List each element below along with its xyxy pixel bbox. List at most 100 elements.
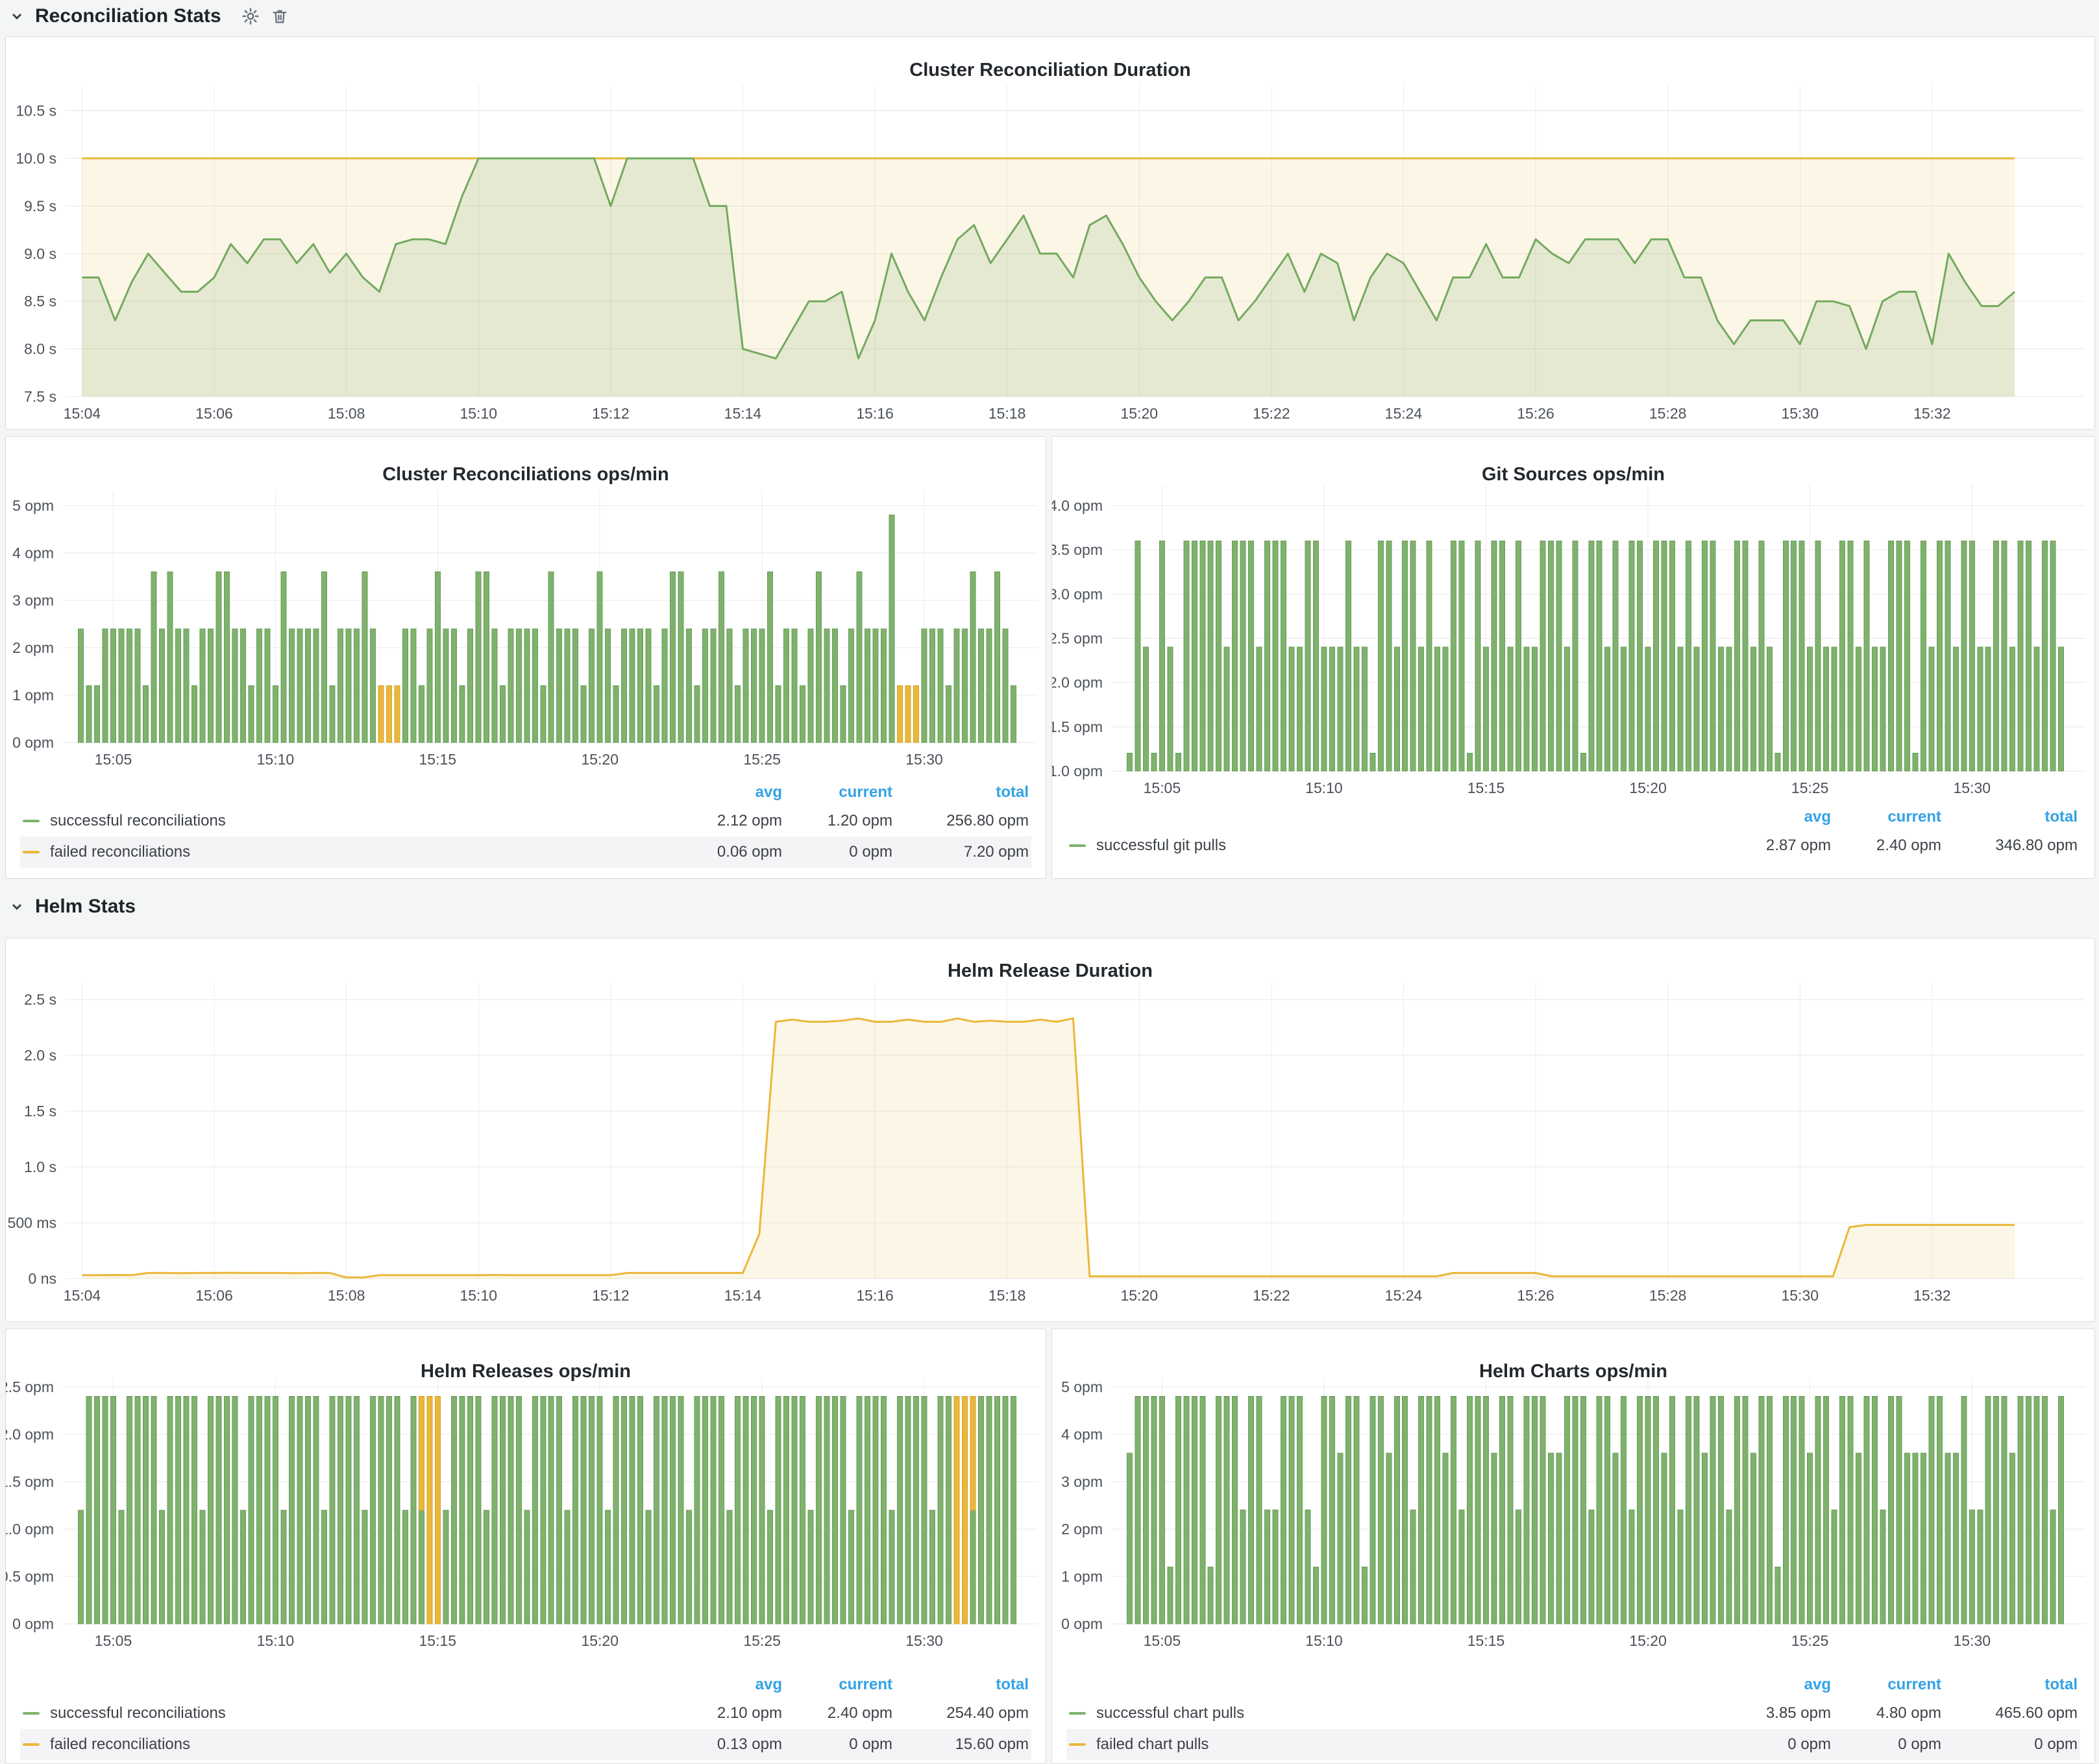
legend-row: failed reconciliations0.06 opm0 opm7.20 … [20,837,1031,868]
section-header-reconciliation-stats[interactable]: Reconciliation Stats [9,5,289,27]
x-axis-tick-label: 15:14 [724,1287,762,1304]
section-header-helm-stats[interactable]: Helm Stats [9,896,136,918]
legend-series-label[interactable]: failed reconciliations [50,843,190,861]
legend-series-dash-icon [23,851,40,853]
legend: avgcurrenttotal successful chart pulls3.8… [1066,1672,2080,1760]
legend-current-value: 0 opm [785,843,895,861]
x-axis-tick-label: 15:20 [1629,1632,1667,1649]
legend-column-current[interactable]: current [785,1676,895,1694]
legend-column-total[interactable]: total [1944,808,2080,826]
panel-helm-releases: Helm Releases ops/min 2.5 opm2.0 opm1.5 … [5,1329,1046,1764]
y-axis-tick-label: 4.0 opm [1052,497,1103,514]
legend-column-total[interactable]: total [895,783,1031,802]
x-axis-tick-label: 15:06 [195,405,233,422]
panel-helm-charts: Helm Charts ops/min 5 opm4 opm3 opm2 opm… [1051,1329,2095,1764]
x-axis-tick-label: 15:25 [743,1632,781,1649]
x-axis-tick-label: 15:04 [64,1287,101,1304]
legend-column-total[interactable]: total [895,1676,1031,1694]
x-axis-tick-label: 15:10 [257,751,295,768]
x-axis-tick-label: 15:30 [905,1632,943,1649]
y-axis-tick-label: 8.5 s [24,293,56,310]
legend-column-total[interactable]: total [1944,1676,2080,1694]
x-axis-tick-label: 15:25 [1791,779,1829,796]
legend-series-label[interactable]: failed chart pulls [1096,1735,1209,1754]
legend-header-row: avgcurrenttotal [1066,804,2080,830]
legend-column-current[interactable]: current [1834,1676,1944,1694]
y-axis-tick-label: 0 opm [12,1615,54,1632]
y-axis-tick-label: 4 opm [1061,1426,1103,1443]
legend-series-label[interactable]: successful git pulls [1096,837,1226,855]
section-title: Helm Stats [35,896,136,918]
y-axis-tick-label: 3.5 opm [1052,541,1103,558]
x-axis-tick-label: 15:26 [1517,1287,1554,1304]
legend-header-row: avgcurrenttotal [20,1672,1031,1698]
chart-helm-charts[interactable]: 5 opm4 opm3 opm2 opm1 opm0 opm15:0515:10… [1052,1329,2093,1661]
legend-series-dash-icon [23,820,40,822]
chevron-down-icon [9,8,25,24]
legend-avg-value: 2.87 opm [1723,837,1834,855]
legend-total-value: 0 opm [1944,1735,2080,1754]
x-axis-tick-label: 15:15 [419,751,457,768]
x-axis-tick-label: 15:32 [1913,1287,1951,1304]
x-axis-tick-label: 15:16 [856,1287,894,1304]
y-axis-tick-label: 500 ms [8,1214,56,1231]
legend-avg-value: 0.13 opm [674,1735,785,1754]
x-axis-tick-label: 15:15 [1467,779,1505,796]
y-axis-tick-label: 0.5 opm [6,1568,54,1585]
legend-column-avg[interactable]: avg [674,1676,785,1694]
x-axis-tick-label: 15:25 [743,751,781,768]
legend-series-label[interactable]: failed reconciliations [50,1735,190,1754]
legend-series-dash-icon [1069,844,1086,847]
x-axis-tick-label: 15:30 [1954,779,1991,796]
y-axis-tick-label: 1.5 opm [1052,718,1103,735]
legend-series-label[interactable]: successful reconciliations [50,1704,226,1722]
x-axis-tick-label: 15:10 [460,405,497,422]
x-axis-tick-label: 15:24 [1385,405,1423,422]
chart-cluster-reconciliation-duration[interactable]: 10.5 s10.0 s9.5 s9.0 s8.5 s8.0 s7.5 s15:… [6,37,2093,428]
legend-current-value: 1.20 opm [785,812,895,830]
legend-column-current[interactable]: current [785,783,895,802]
x-axis-tick-label: 15:20 [1120,405,1158,422]
x-axis-tick-label: 15:08 [328,1287,365,1304]
y-axis-tick-label: 1.0 opm [1052,763,1103,779]
legend-row: successful reconciliations2.10 opm2.40 o… [20,1698,1031,1729]
legend-current-value: 2.40 opm [785,1704,895,1722]
x-axis-tick-label: 15:30 [1954,1632,1991,1649]
legend-avg-value: 0.06 opm [674,843,785,861]
legend-row: failed reconciliations0.13 opm0 opm15.60… [20,1729,1031,1760]
legend: avgcurrenttotalsuccessful reconciliation… [20,1672,1031,1760]
gear-icon[interactable] [241,6,260,26]
legend-total-value: 254.40 opm [895,1704,1031,1722]
legend-current-value: 4.80 opm [1834,1704,1944,1722]
legend-avg-value: 0 opm [1723,1735,1834,1754]
chart-helm-release-duration[interactable]: 2.5 s2.0 s1.5 s1.0 s500 ms0 ns15:0415:06… [6,938,2093,1320]
y-axis-tick-label: 9.5 s [24,197,56,214]
x-axis-tick-label: 15:18 [988,1287,1026,1304]
legend-series-label[interactable]: successful chart pulls [1096,1704,1244,1722]
legend-column-avg[interactable]: avg [674,783,785,802]
x-axis-tick-label: 15:18 [988,405,1026,422]
legend-series-label[interactable]: successful reconciliations [50,812,226,830]
x-axis-tick-label: 15:22 [1253,1287,1290,1304]
x-axis-tick-label: 15:28 [1649,1287,1687,1304]
legend-column-avg[interactable]: avg [1723,1676,1834,1694]
chart-cluster-reconciliations[interactable]: 5 opm4 opm3 opm2 opm1 opm0 opm15:0515:10… [6,437,1044,774]
chart-git-sources[interactable]: 4.0 opm3.5 opm3.0 opm2.5 opm2.0 opm1.5 o… [1052,437,2093,800]
legend-column-current[interactable]: current [1834,808,1944,826]
x-axis-tick-label: 15:30 [1781,1287,1819,1304]
legend-series-dash-icon [23,1743,40,1746]
chart-helm-releases[interactable]: 2.5 opm2.0 opm1.5 opm1.0 opm0.5 opm0 opm… [6,1329,1044,1661]
y-axis-tick-label: 3.0 opm [1052,585,1103,602]
legend-column-avg[interactable]: avg [1723,808,1834,826]
legend-current-value: 0 opm [785,1735,895,1754]
x-axis-tick-label: 15:15 [419,1632,457,1649]
y-axis-tick-label: 2.0 opm [6,1426,54,1443]
x-axis-tick-label: 15:30 [905,751,943,768]
legend-series-dash-icon [1069,1712,1086,1715]
trash-icon[interactable] [271,7,289,25]
x-axis-tick-label: 15:12 [592,405,630,422]
y-axis-tick-label: 2 opm [12,639,54,656]
legend-row: successful chart pulls3.85 opm4.80 opm46… [1066,1698,2080,1729]
x-axis-tick-label: 15:22 [1253,405,1290,422]
x-axis-tick-label: 15:30 [1781,405,1819,422]
